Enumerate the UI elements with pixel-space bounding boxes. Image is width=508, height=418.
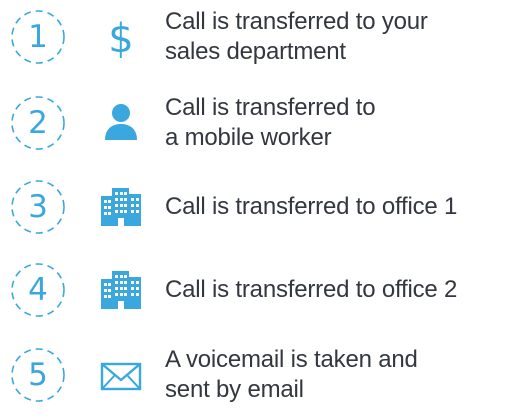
- step-label: Call is transferred to a mobile worker: [165, 86, 505, 160]
- step-label-line: a mobile worker: [165, 124, 332, 151]
- svg-text:$: $: [108, 16, 133, 62]
- step-label: Call is transferred to office 2: [165, 253, 505, 327]
- step-number: 2: [28, 105, 48, 141]
- step-label: Call is transferred to your sales depart…: [165, 0, 505, 74]
- step-number: 4: [28, 272, 48, 308]
- step-label-line: Call is transferred to your: [165, 8, 428, 35]
- step-number-badge: 4: [9, 261, 67, 319]
- step-4: 4 Call is transferred to office 2: [0, 253, 508, 333]
- step-label: Call is transferred to office 1: [165, 170, 505, 244]
- step-2: 2 Call is transferred to a mobile worker: [0, 86, 508, 166]
- person-icon: [96, 98, 146, 148]
- step-number: 1: [28, 19, 48, 55]
- step-number-badge: 3: [9, 178, 67, 236]
- step-label: A voicemail is taken and sent by email: [165, 338, 505, 412]
- step-label-line: sales department: [165, 38, 346, 65]
- step-1: 1 $ Call is transferred to your sales de…: [0, 0, 508, 80]
- step-number: 3: [28, 189, 48, 225]
- step-5: 5 A voicemail is taken and sent by email: [0, 338, 508, 418]
- envelope-icon: [96, 350, 146, 400]
- step-number-badge: 1: [9, 8, 67, 66]
- step-label-line: Call is transferred to office 1: [165, 193, 458, 220]
- dollar-icon: $: [96, 12, 146, 62]
- step-label-line: A voicemail is taken and: [165, 346, 418, 373]
- step-number-badge: 5: [9, 346, 67, 404]
- step-label-line: Call is transferred to office 2: [165, 276, 458, 303]
- step-label-line: Call is transferred to: [165, 94, 376, 121]
- call-routing-steps: 1 $ Call is transferred to your sales de…: [0, 0, 508, 417]
- building-icon: [96, 182, 146, 232]
- step-number: 5: [28, 357, 48, 393]
- building-icon: [96, 265, 146, 315]
- step-3: 3 Call is transferred to office 1: [0, 170, 508, 250]
- step-label-line: sent by email: [165, 376, 304, 403]
- step-number-badge: 2: [9, 94, 67, 152]
